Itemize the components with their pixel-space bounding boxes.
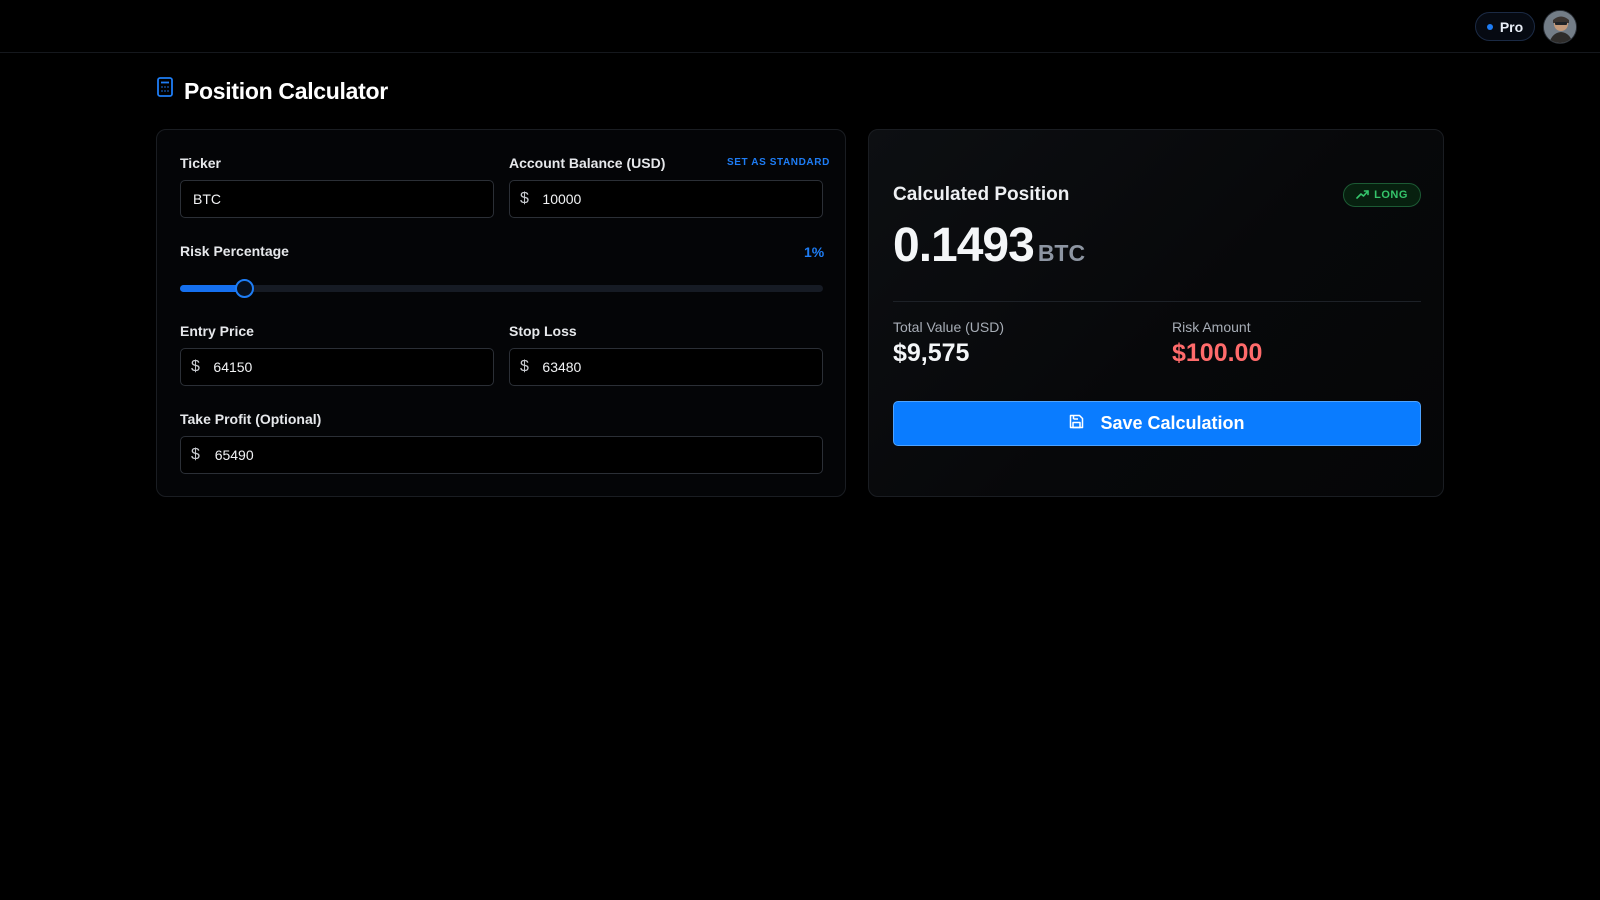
direction-label: LONG bbox=[1374, 189, 1408, 201]
page-title-row: Position Calculator bbox=[156, 76, 388, 106]
ticker-input[interactable] bbox=[193, 181, 493, 217]
pro-badge-label: Pro bbox=[1499, 18, 1524, 35]
page-title: Position Calculator bbox=[184, 77, 388, 104]
stop-loss-input[interactable] bbox=[542, 349, 822, 385]
set-as-standard-link[interactable]: SET AS STANDARD bbox=[727, 157, 830, 168]
status-dot bbox=[1486, 23, 1493, 30]
direction-badge: LONG bbox=[1343, 183, 1421, 207]
risk-percentage-value: 1% bbox=[804, 244, 825, 260]
save-calculation-label: Save Calculation bbox=[1100, 413, 1245, 433]
total-value-label: Total Value (USD) bbox=[893, 319, 1005, 335]
risk-percentage-slider[interactable] bbox=[180, 279, 823, 298]
account-balance-input[interactable] bbox=[542, 181, 822, 217]
position-size-display: 0.1493 BTC bbox=[893, 218, 1085, 273]
position-size-unit: BTC bbox=[1037, 240, 1086, 266]
dollar-sign-icon: $ bbox=[520, 358, 529, 375]
save-calculation-button[interactable]: Save Calculation bbox=[893, 401, 1421, 446]
stop-loss-label: Stop Loss bbox=[509, 323, 577, 339]
calculated-position-title: Calculated Position bbox=[893, 184, 1070, 205]
take-profit-label: Take Profit (Optional) bbox=[180, 411, 322, 427]
entry-price-field[interactable]: $ bbox=[180, 348, 494, 386]
take-profit-input[interactable] bbox=[214, 437, 822, 473]
entry-price-label: Entry Price bbox=[180, 323, 254, 339]
dollar-sign-icon: $ bbox=[191, 358, 200, 375]
calculated-position-card: Calculated Position LONG 0.1493 BTC Tota… bbox=[868, 129, 1444, 497]
risk-amount-value: $100.00 bbox=[1172, 339, 1263, 367]
save-icon bbox=[1069, 413, 1084, 434]
divider bbox=[893, 301, 1421, 302]
total-value-amount: $9,575 bbox=[893, 339, 970, 367]
top-navigation-bar: Pro bbox=[0, 0, 1600, 53]
account-balance-field[interactable]: $ bbox=[509, 180, 823, 218]
take-profit-field[interactable]: $ bbox=[180, 436, 823, 474]
dollar-sign-icon: $ bbox=[520, 190, 529, 207]
ticker-label: Ticker bbox=[180, 155, 221, 171]
risk-amount-label: Risk Amount bbox=[1172, 319, 1251, 335]
user-avatar[interactable] bbox=[1543, 10, 1577, 44]
pro-plan-badge[interactable]: Pro bbox=[1475, 12, 1535, 41]
trending-up-icon bbox=[1356, 189, 1369, 202]
dollar-sign-icon: $ bbox=[191, 446, 200, 463]
account-balance-label: Account Balance (USD) bbox=[509, 155, 666, 171]
position-size-value: 0.1493 bbox=[893, 219, 1035, 272]
ticker-field[interactable] bbox=[180, 180, 494, 218]
entry-price-input[interactable] bbox=[213, 349, 493, 385]
slider-thumb[interactable] bbox=[235, 279, 255, 298]
stop-loss-field[interactable]: $ bbox=[509, 348, 823, 386]
risk-percentage-label: Risk Percentage bbox=[180, 243, 289, 259]
calculator-form-card: Ticker Account Balance (USD) SET AS STAN… bbox=[156, 129, 846, 497]
calculator-icon bbox=[156, 76, 174, 98]
